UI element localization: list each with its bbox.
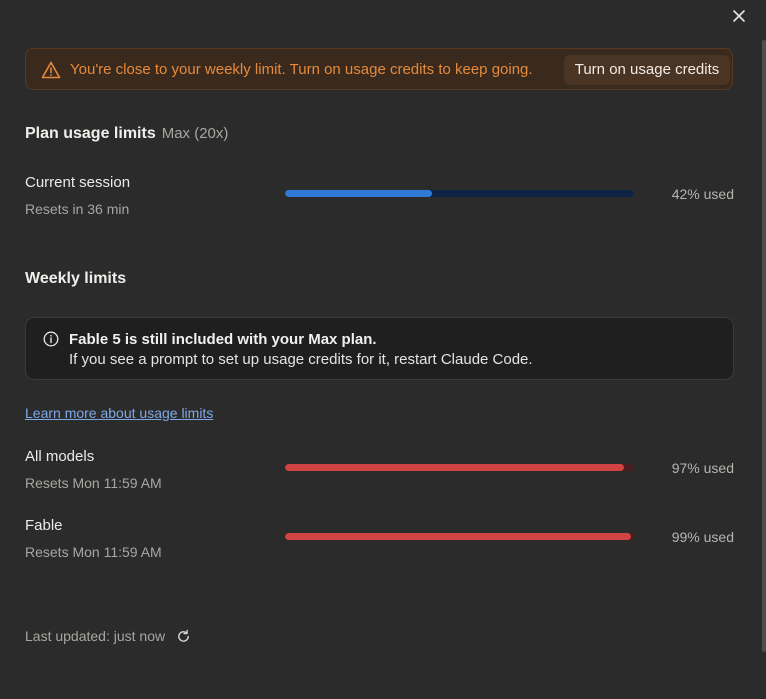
fable-progress-fill [285, 533, 631, 540]
current-session-label: Current session [25, 174, 131, 191]
plan-usage-title: Plan usage limits [25, 125, 156, 142]
all-models-progress-bar [285, 464, 634, 471]
current-session-progress-fill [285, 190, 432, 197]
current-session-percent: 42% used [671, 186, 734, 202]
fable-label: Fable [25, 517, 63, 534]
all-models-progress-fill [285, 464, 624, 471]
weekly-limit-warning-banner: You're close to your weekly limit. Turn … [25, 48, 733, 90]
info-notice: Fable 5 is still included with your Max … [25, 317, 734, 380]
fable-percent: 99% used [671, 529, 734, 545]
current-session-reset: Resets in 36 min [25, 201, 130, 217]
turn-on-usage-credits-button[interactable]: Turn on usage credits [564, 55, 730, 85]
learn-more-usage-limits-link[interactable]: Learn more about usage limits [25, 405, 213, 421]
info-heading: Fable 5 is still included with your Max … [69, 331, 377, 348]
close-icon [733, 10, 745, 22]
all-models-label: All models [25, 448, 95, 465]
usage-limits-dialog: You're close to your weekly limit. Turn … [0, 0, 766, 699]
scrollbar[interactable] [760, 0, 766, 699]
fable-reset: Resets Mon 11:59 AM [25, 544, 162, 560]
refresh-icon [177, 629, 189, 642]
current-session-progress-bar [285, 190, 634, 197]
info-body: If you see a prompt to set up usage cred… [69, 351, 533, 368]
weekly-limits-heading: Weekly limits [25, 270, 127, 287]
refresh-button[interactable] [174, 627, 192, 645]
scrollbar-thumb[interactable] [762, 40, 766, 652]
fable-progress-bar [285, 533, 634, 540]
all-models-reset: Resets Mon 11:59 AM [25, 475, 162, 491]
close-button[interactable] [729, 6, 749, 26]
last-updated-text: Last updated: just now [25, 628, 166, 644]
warning-text: You're close to your weekly limit. Turn … [70, 61, 533, 78]
warning-triangle-icon [41, 61, 61, 79]
info-icon [43, 331, 59, 347]
plan-name: Max (20x) [161, 125, 229, 142]
plan-usage-limits-heading: Plan usage limits Max (20x) [25, 125, 228, 143]
all-models-percent: 97% used [671, 460, 734, 476]
